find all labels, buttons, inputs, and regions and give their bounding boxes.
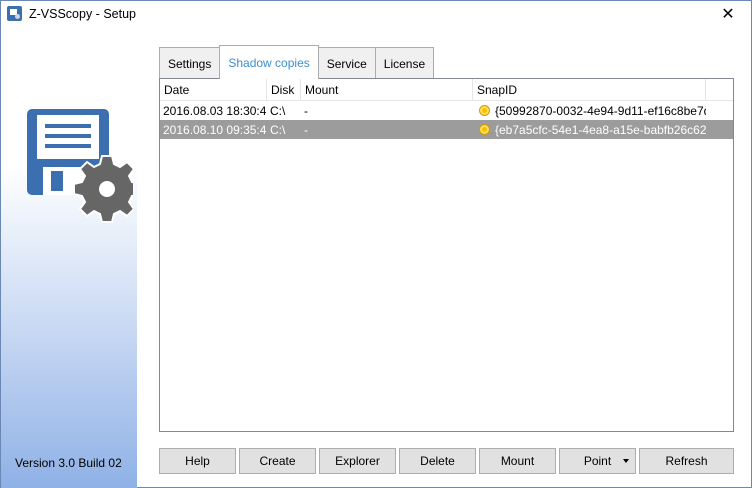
cell-mount: -	[304, 122, 308, 137]
column-header-date[interactable]: Date	[160, 79, 267, 101]
app-icon	[7, 6, 22, 21]
floppy-gear-icon	[27, 109, 133, 223]
tab-strip: Settings Shadow copies Service License	[159, 45, 435, 79]
snapshot-status-icon	[479, 124, 490, 135]
chevron-down-icon[interactable]	[623, 459, 629, 463]
column-header-disk[interactable]: Disk	[267, 79, 301, 101]
side-banner: Version 3.0 Build 02	[1, 27, 137, 488]
help-button[interactable]: Help	[159, 448, 236, 474]
refresh-button[interactable]: Refresh	[639, 448, 734, 474]
create-button[interactable]: Create	[239, 448, 316, 474]
cell-date: 2016.08.10 09:35:41	[163, 122, 267, 137]
setup-window: Z-VSScopy - Setup ✕ Version 3.0 Build 02…	[0, 0, 752, 488]
tab-license[interactable]: License	[374, 47, 435, 79]
cell-snapid: {eb7a5cfc-54e1-4ea8-a15e-babfb26c6257}	[473, 123, 706, 137]
snapid-text: {50992870-0032-4e94-9d11-ef16c8be7d3a}	[495, 103, 706, 118]
version-label: Version 3.0 Build 02	[15, 456, 122, 470]
tab-settings[interactable]: Settings	[159, 47, 221, 79]
table-row-selected[interactable]: 2016.08.10 09:35:41 C:\ - {eb7a5cfc-54e1…	[160, 120, 733, 139]
cell-date: 2016.08.03 18:30:41	[163, 103, 267, 118]
point-split-button[interactable]: Point	[559, 448, 636, 474]
column-header-filler	[706, 79, 733, 101]
cell-snapid: {50992870-0032-4e94-9d11-ef16c8be7d3a}	[473, 104, 706, 118]
point-button-label: Point	[583, 454, 612, 468]
column-header-snapid[interactable]: SnapID	[473, 79, 706, 101]
tab-shadow-copies[interactable]: Shadow copies	[219, 45, 319, 79]
table-row[interactable]: 2016.08.03 18:30:41 C:\ - {50992870-0032…	[160, 101, 733, 120]
window-title: Z-VSScopy - Setup	[29, 7, 136, 21]
cell-disk: C:\	[270, 103, 286, 118]
close-button[interactable]: ✕	[705, 1, 751, 27]
mount-button[interactable]: Mount	[479, 448, 556, 474]
snapid-text: {eb7a5cfc-54e1-4ea8-a15e-babfb26c6257}	[495, 122, 706, 137]
snapshot-status-icon	[479, 105, 490, 116]
delete-button[interactable]: Delete	[399, 448, 476, 474]
tab-service[interactable]: Service	[317, 47, 376, 79]
column-header-mount[interactable]: Mount	[301, 79, 473, 101]
cell-disk: C:\	[270, 122, 286, 137]
explorer-button[interactable]: Explorer	[319, 448, 396, 474]
shadow-copies-list[interactable]: Date Disk Mount SnapID 2016.08.03 18:30:…	[159, 78, 734, 432]
title-bar[interactable]: Z-VSScopy - Setup ✕	[1, 1, 751, 27]
list-header: Date Disk Mount SnapID	[160, 79, 733, 101]
cell-mount: -	[304, 103, 308, 118]
